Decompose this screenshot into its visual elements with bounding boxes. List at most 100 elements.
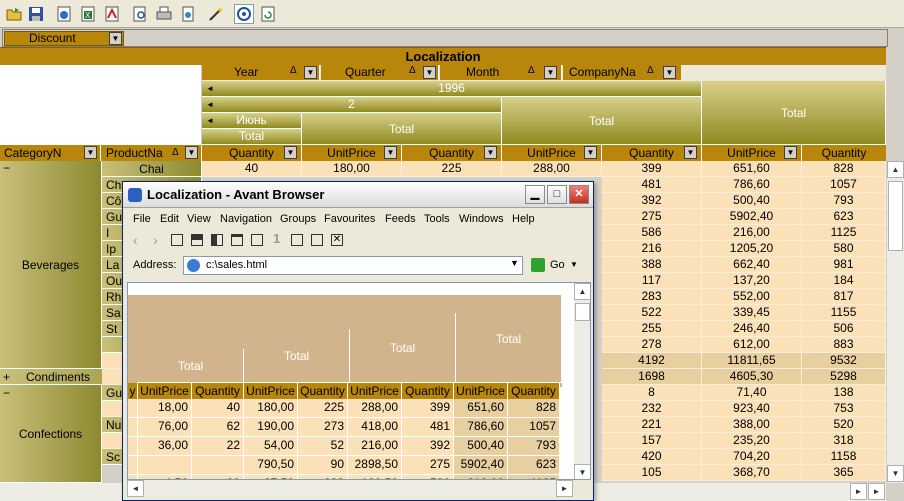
menu-groups[interactable]: Groups <box>280 209 316 229</box>
chevron-down-icon[interactable]: ▼ <box>663 66 676 79</box>
forward-icon[interactable]: › <box>153 232 158 248</box>
chevron-down-icon[interactable]: ▼ <box>684 146 697 159</box>
chevron-down-icon[interactable]: ▼ <box>284 146 297 159</box>
settings-icon[interactable] <box>234 4 254 24</box>
inner-vertical-scrollbar[interactable]: ▲ ▼ <box>574 283 590 479</box>
scroll-thumb[interactable] <box>888 181 903 251</box>
cell: 9532 <box>802 353 886 369</box>
menu-feeds[interactable]: Feeds <box>385 209 416 229</box>
chevron-down-icon[interactable]: ▼ <box>423 66 436 79</box>
scroll-right-icon[interactable]: ► <box>556 480 573 497</box>
restore-all-icon[interactable] <box>311 234 323 246</box>
cell: 1155 <box>802 305 886 321</box>
go-icon[interactable] <box>531 258 545 272</box>
field-quarter[interactable]: Quarter Δ ▼ <box>321 65 439 80</box>
measure-quantity-3[interactable]: Quantity ▼ <box>602 145 702 161</box>
chevron-down-icon[interactable]: ▼ <box>544 66 557 79</box>
avant-logo-icon <box>128 188 142 202</box>
minimize-all-icon[interactable] <box>291 234 303 246</box>
export-pdf-icon[interactable] <box>102 4 122 24</box>
menu-help[interactable]: Help <box>512 209 535 229</box>
scroll-up-icon[interactable]: ▲ <box>887 161 904 178</box>
tile-vertical-icon[interactable] <box>211 234 223 246</box>
menu-windows[interactable]: Windows <box>459 209 504 229</box>
discount-filter-button[interactable]: Discount ▼ <box>4 31 124 46</box>
inner-cell <box>138 456 192 475</box>
refresh-icon[interactable] <box>258 4 278 24</box>
chevron-down-icon[interactable]: ▼ <box>484 146 497 159</box>
measure-unitprice-1[interactable]: UnitPrice ▼ <box>302 145 402 161</box>
measure-quantity-1[interactable]: Quantity ▼ <box>202 145 302 161</box>
field-company[interactable]: CompanyNa Δ ▼ <box>563 65 681 80</box>
menu-view[interactable]: View <box>187 209 211 229</box>
inner-measure-header: UnitPrice <box>454 383 508 399</box>
scroll-thumb[interactable] <box>575 303 590 321</box>
chevron-down-icon[interactable]: ▼ <box>304 66 317 79</box>
go-button[interactable]: Go <box>550 259 565 271</box>
scroll-down-icon[interactable]: ▼ <box>574 464 590 479</box>
window-icon[interactable] <box>231 234 243 246</box>
inner-measure-row: y UnitPrice Quantity UnitPrice Quantity UnitP… <box>128 383 562 399</box>
minimize-button[interactable]: ▁ <box>525 185 545 204</box>
vertical-scrollbar[interactable]: ▲ ▼ <box>886 161 904 483</box>
menu-tools[interactable]: Tools <box>424 209 450 229</box>
cascade-icon[interactable] <box>171 234 183 246</box>
scroll-left-icon[interactable]: ◄ <box>127 480 144 497</box>
field-product[interactable]: ProductNa Δ ▼ <box>102 145 202 161</box>
product-row[interactable]: Chai <box>102 161 202 177</box>
expand-icon[interactable]: + <box>3 369 10 384</box>
inner-cell: 500,40 <box>454 437 508 456</box>
collapse-icon[interactable]: − <box>3 385 10 442</box>
scroll-right-icon[interactable]: ► <box>850 483 867 500</box>
year-header[interactable]: ◄ 1996 <box>202 81 702 97</box>
chevron-down-icon[interactable]: ▼ <box>570 260 578 269</box>
field-year[interactable]: Year Δ ▼ <box>202 65 320 80</box>
print-preview-icon[interactable] <box>130 4 150 24</box>
scroll-up-icon[interactable]: ▲ <box>574 283 590 300</box>
measure-unitprice-2[interactable]: UnitPrice ▼ <box>502 145 602 161</box>
chevron-down-icon[interactable]: ▼ <box>185 146 198 159</box>
wizard-icon[interactable] <box>206 4 226 24</box>
tile-horizontal-icon[interactable] <box>191 234 203 246</box>
maximize-button[interactable]: □ <box>547 185 567 204</box>
save-icon[interactable] <box>26 4 46 24</box>
inner-horizontal-scrollbar[interactable]: ◄ ► <box>127 480 573 497</box>
close-button[interactable]: ✕ <box>569 185 589 204</box>
quarter-header[interactable]: ◄ 2 <box>202 97 502 113</box>
scroll-down-icon[interactable]: ▼ <box>887 465 904 482</box>
scroll-right-icon[interactable]: ► <box>868 483 885 500</box>
print-icon[interactable] <box>154 4 174 24</box>
close-tab-icon[interactable]: ✕ <box>331 234 343 246</box>
chevron-down-icon[interactable]: ▼ <box>109 32 122 45</box>
category-confections[interactable]: − Confections <box>0 385 102 483</box>
address-input[interactable]: c:\sales.html ▼ <box>183 256 523 275</box>
chevron-down-icon[interactable]: ▼ <box>510 258 519 268</box>
field-category[interactable]: CategoryN ▼ <box>0 145 101 161</box>
measure-unitprice-3[interactable]: UnitPrice ▼ <box>702 145 802 161</box>
export-ie-icon[interactable] <box>54 4 74 24</box>
field-month[interactable]: Month Δ ▼ <box>440 65 562 80</box>
category-beverages[interactable]: − Beverages <box>0 161 102 369</box>
menu-file[interactable]: File <box>133 209 151 229</box>
measure-quantity-4[interactable]: Quantity <box>802 145 886 161</box>
cell: 232 <box>602 401 702 417</box>
inner-cell: 828 <box>508 399 560 418</box>
chevron-down-icon[interactable]: ▼ <box>384 146 397 159</box>
back-icon[interactable]: ‹ <box>133 232 138 248</box>
month-header[interactable]: ◄ Июнь <box>202 113 302 129</box>
chevron-down-icon[interactable]: ▼ <box>784 146 797 159</box>
field-category-label: CategoryN <box>4 146 62 160</box>
chevron-down-icon[interactable]: ▼ <box>584 146 597 159</box>
export-excel-icon[interactable]: X <box>78 4 98 24</box>
menu-edit[interactable]: Edit <box>160 209 179 229</box>
preview-icon[interactable] <box>178 4 198 24</box>
chevron-down-icon[interactable]: ▼ <box>84 146 97 159</box>
data-columns: 481 786,60 1057 392 500,40 793 275 5902,40 623 58… <box>594 177 886 483</box>
measure-quantity-2[interactable]: Quantity ▼ <box>402 145 502 161</box>
cell: 318 <box>802 433 886 449</box>
menu-favourites[interactable]: Favourites <box>324 209 375 229</box>
menu-navigation[interactable]: Navigation <box>220 209 272 229</box>
close-all-icon[interactable] <box>251 234 263 246</box>
collapse-icon[interactable]: − <box>3 161 10 272</box>
open-icon[interactable] <box>4 4 24 24</box>
